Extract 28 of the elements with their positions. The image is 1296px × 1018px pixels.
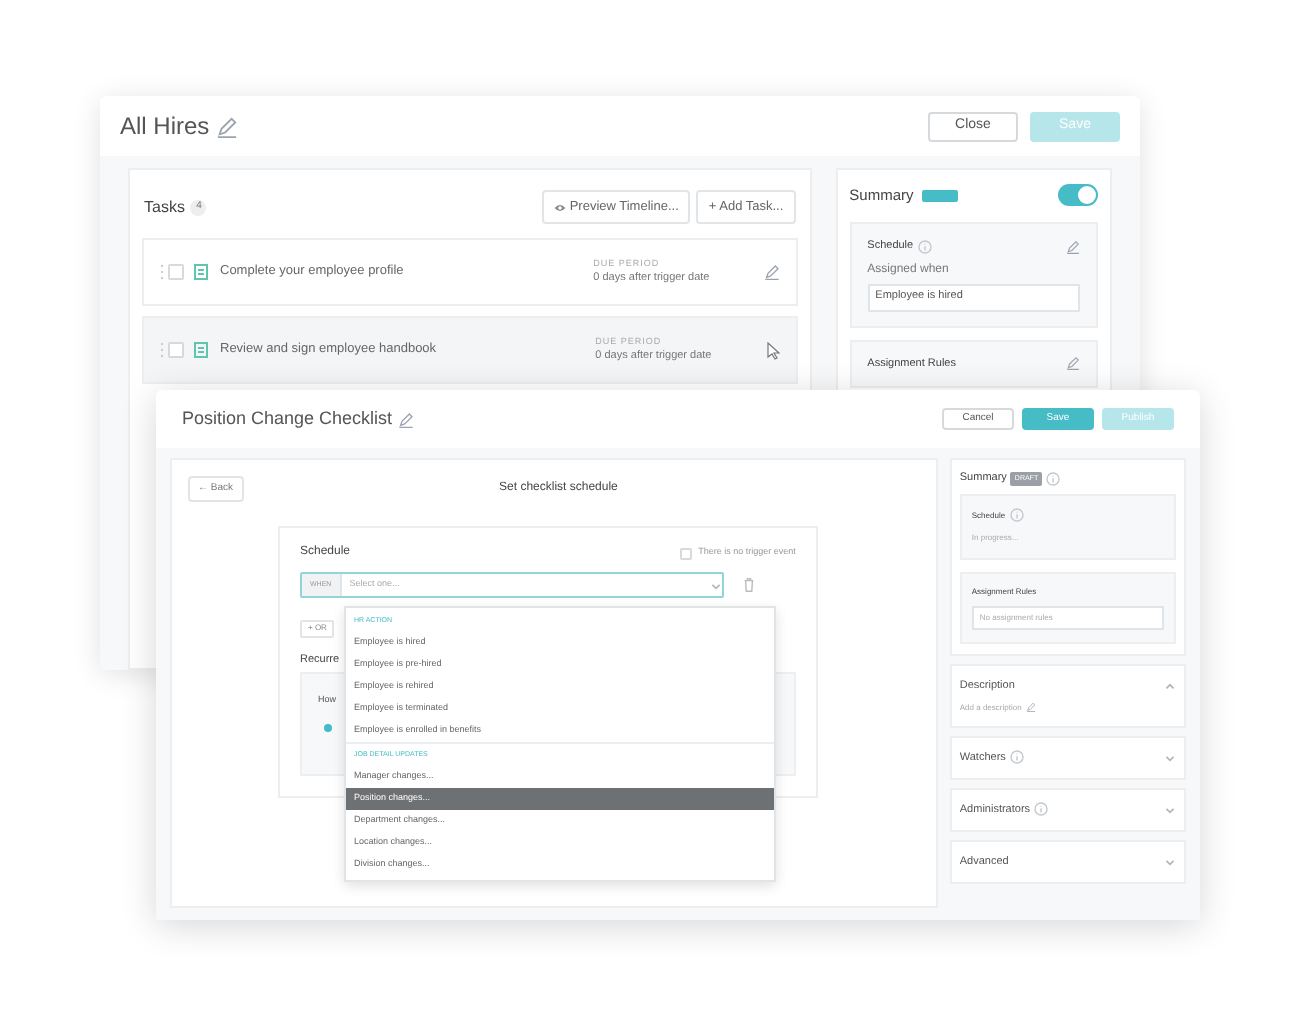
info-icon — [1046, 471, 1061, 486]
checkbox[interactable] — [168, 264, 184, 280]
checkbox[interactable] — [680, 547, 693, 559]
cursor-icon — [765, 341, 780, 359]
window-title: All Hires — [120, 110, 210, 144]
chevron-down-icon[interactable] — [1164, 751, 1176, 764]
checkbox[interactable] — [168, 342, 184, 358]
chevron-down-icon[interactable] — [710, 579, 722, 591]
radio-button[interactable] — [324, 724, 332, 732]
pencil-icon[interactable] — [1066, 356, 1080, 371]
toggle-switch[interactable] — [1058, 184, 1098, 207]
pencil-icon[interactable] — [1066, 239, 1080, 254]
eye-icon — [553, 201, 566, 213]
document-icon — [194, 342, 208, 358]
chevron-up-icon[interactable] — [1164, 680, 1176, 693]
document-icon — [194, 264, 208, 280]
tasks-title: Tasks — [144, 195, 185, 219]
pencil-icon[interactable] — [398, 411, 415, 427]
trash-icon[interactable] — [744, 578, 754, 592]
pencil-icon[interactable] — [763, 264, 780, 280]
status-badge — [921, 189, 958, 202]
info-icon — [1009, 508, 1024, 523]
window-title: Position Change Checklist — [182, 405, 393, 432]
pencil-icon[interactable] — [215, 115, 238, 137]
chevron-down-icon[interactable] — [1164, 856, 1176, 869]
info-icon — [917, 239, 932, 254]
chevron-down-icon[interactable] — [1164, 803, 1176, 816]
pencil-icon[interactable] — [1025, 702, 1036, 712]
